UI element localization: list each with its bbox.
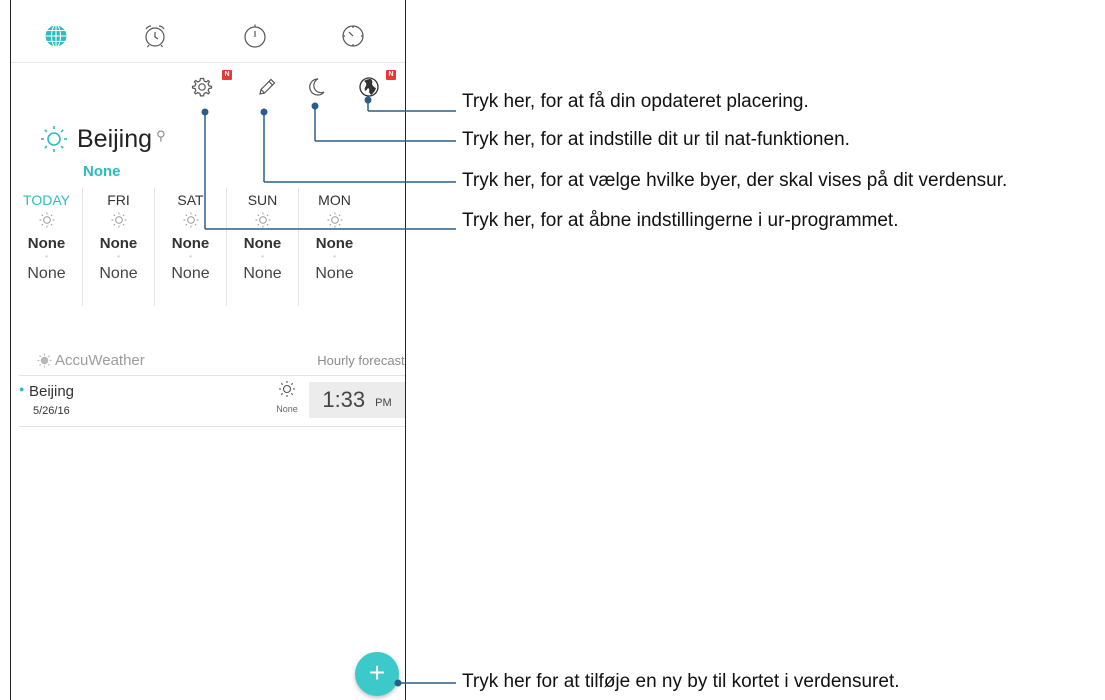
world-clock-ampm: PM (375, 396, 392, 409)
globe-icon (44, 24, 68, 48)
forecast-day: SAT None • None (154, 188, 226, 306)
forecast-row: TODAY None • None FRI None • None SAT None • None SU… (11, 188, 405, 306)
moon-icon (309, 78, 325, 96)
gear-icon (191, 77, 213, 97)
plus-icon: + (368, 657, 386, 688)
sun-icon (111, 212, 126, 228)
tab-stopwatch[interactable] (241, 22, 269, 50)
world-clock-item[interactable]: ● Beijing 5/26/16 None 1:33 PM (19, 378, 405, 424)
forecast-separator: • (189, 252, 192, 261)
chevron-right-icon: › (405, 353, 406, 368)
location-new-badge: N (386, 70, 396, 80)
tab-alarm[interactable] (141, 22, 169, 50)
night-mode-button[interactable] (305, 76, 331, 102)
forecast-day-name: FRI (107, 192, 130, 208)
update-location-button[interactable] (358, 76, 384, 102)
stopwatch-icon (244, 24, 266, 48)
settings-new-badge: N (222, 70, 232, 80)
clock-app-screen: N N Beijing ⚲ None TODAY None • None FRI… (10, 0, 406, 700)
sun-icon (255, 212, 270, 228)
sun-icon (183, 212, 198, 228)
tab-timer[interactable] (339, 22, 367, 50)
globe-location-icon (359, 77, 379, 97)
forecast-day-name: SUN (247, 192, 278, 208)
timer-icon (342, 25, 364, 47)
callout-location: Tryk her, for at få din opdateret placer… (462, 91, 809, 112)
world-clock-time: 1:33 (322, 387, 366, 412)
accuweather-row: AccuWeather Hourly forecast› (37, 352, 406, 372)
world-clock-date: 5/26/16 (33, 405, 70, 417)
world-clock-weather: None (275, 380, 299, 414)
forecast-low: None (99, 265, 138, 282)
hourly-forecast-link[interactable]: Hourly forecast› (317, 353, 406, 368)
add-city-button[interactable]: + (355, 652, 399, 696)
forecast-day: FRI None • None (82, 188, 154, 306)
callout-add-city: Tryk her for at tilføje en ny by til kor… (462, 671, 900, 692)
forecast-day: SUN None • None (226, 188, 298, 306)
alarm-clock-icon (145, 25, 165, 48)
forecast-high: None (171, 235, 210, 252)
settings-button[interactable] (191, 76, 217, 102)
forecast-high: None (99, 235, 138, 252)
current-city: Beijing ⚲ (39, 124, 166, 154)
divider (19, 375, 405, 376)
edit-cities-button[interactable] (256, 76, 282, 102)
sun-icon (41, 126, 67, 152)
callout-night: Tryk her, for at indstille dit ur til na… (462, 129, 850, 150)
world-clock-condition: None (276, 404, 298, 414)
forecast-day-name: SAT (177, 192, 204, 208)
forecast-day: MON None • None (298, 188, 370, 306)
forecast-day: TODAY None • None (11, 188, 82, 306)
forecast-low: None (243, 265, 282, 282)
world-clock-time-box: 1:33 PM (309, 382, 405, 418)
forecast-high: None (315, 235, 354, 252)
accuweather-logo[interactable]: AccuWeather (37, 352, 145, 369)
forecast-high: None (243, 235, 282, 252)
forecast-separator: • (117, 252, 120, 261)
forecast-low: None (27, 265, 66, 282)
accuweather-sun-icon (37, 353, 52, 368)
hourly-forecast-label: Hourly forecast (317, 353, 405, 368)
sun-icon (279, 381, 295, 397)
tab-world-clock[interactable] (42, 22, 70, 50)
accuweather-brand: AccuWeather (55, 352, 145, 369)
forecast-high: None (27, 235, 66, 252)
pencil-icon (259, 78, 276, 95)
city-name: Beijing (77, 124, 153, 153)
forecast-low: None (315, 265, 354, 282)
forecast-separator: • (333, 252, 336, 261)
sun-icon (327, 212, 342, 228)
callout-edit: Tryk her, for at vælge hvilke byer, der … (462, 170, 1008, 191)
forecast-day-name: TODAY (23, 192, 70, 208)
forecast-low: None (171, 265, 210, 282)
location-pin-icon: ⚲ (156, 128, 166, 143)
forecast-separator: • (45, 252, 48, 261)
forecast-separator: • (261, 252, 264, 261)
tab-bar (11, 0, 405, 63)
sun-icon (39, 212, 54, 228)
callout-settings: Tryk her, for at åbne indstillingerne i … (462, 210, 899, 231)
world-clock-city: Beijing (29, 383, 75, 400)
location-pin-icon: ● (19, 384, 25, 394)
divider (19, 426, 405, 427)
forecast-day-name: MON (318, 192, 351, 208)
current-condition: None (83, 163, 121, 180)
